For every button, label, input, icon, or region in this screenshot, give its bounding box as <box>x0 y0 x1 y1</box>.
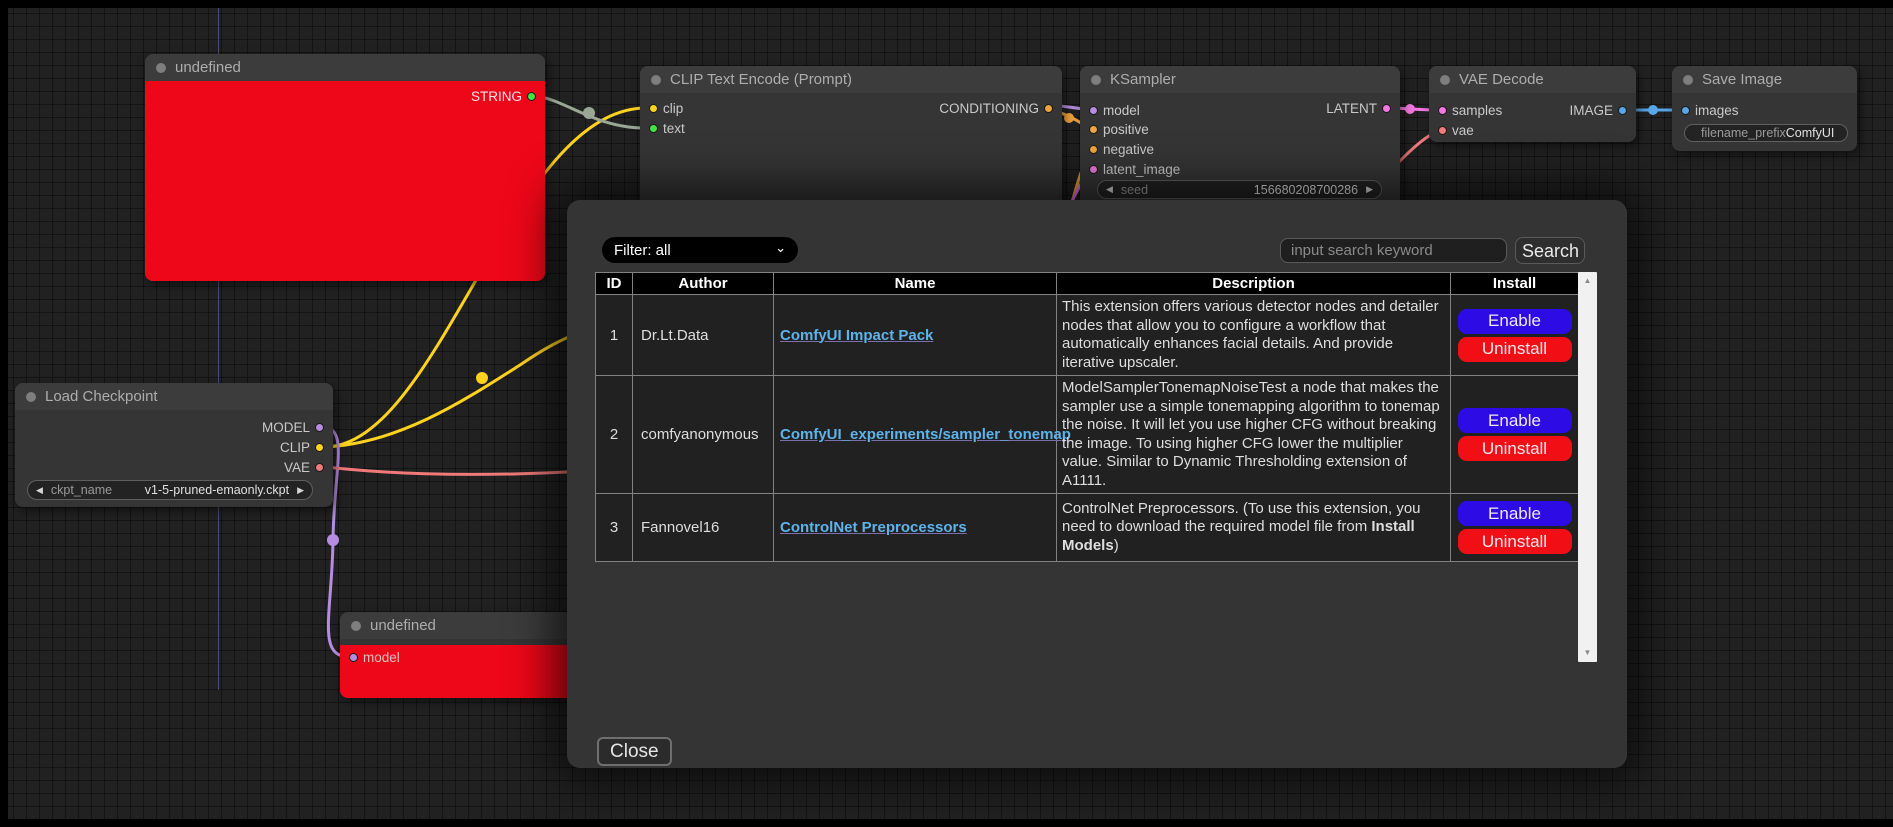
graph-canvas[interactable]: undefined STRING CLIP Text Encode (Promp… <box>0 0 1893 827</box>
decrement-arrow-icon: ◀ <box>28 485 51 496</box>
slot-dot <box>649 124 658 133</box>
slot-dot <box>315 443 324 452</box>
output-slot-latent[interactable]: LATENT <box>1326 100 1396 116</box>
node-title: undefined <box>370 617 436 634</box>
ckpt-name-widget[interactable]: ◀ ckpt_name v1-5-pruned-emaonly.ckpt ▶ <box>27 480 313 500</box>
output-slot-vae[interactable]: VAE <box>284 459 329 475</box>
slot-dot <box>1089 125 1098 134</box>
table-row: 1 Dr.Lt.Data ComfyUI Impact Pack This ex… <box>596 295 1579 376</box>
bottom-letterbox <box>0 819 1893 827</box>
header-description: Description <box>1057 273 1451 295</box>
slot-dot <box>349 653 358 662</box>
table-row: 2 comfyanonymous ComfyUI_experiments/sam… <box>596 376 1579 494</box>
slot-dot <box>1681 106 1690 115</box>
output-slot-conditioning[interactable]: CONDITIONING <box>939 100 1058 116</box>
slot-dot <box>1438 126 1447 135</box>
node-title: undefined <box>175 59 241 76</box>
node-title: KSampler <box>1110 71 1176 88</box>
scroll-up-icon[interactable]: ▲ <box>1578 274 1597 288</box>
decrement-arrow-icon: ◀ <box>1098 184 1121 195</box>
enable-button[interactable]: Enable <box>1458 309 1572 334</box>
node-title: VAE Decode <box>1459 71 1544 88</box>
input-slot-vae[interactable]: vae <box>1433 122 1474 138</box>
node-status-dot <box>26 392 36 402</box>
output-slot-image[interactable]: IMAGE <box>1569 102 1632 118</box>
node-status-dot <box>1091 75 1101 85</box>
increment-arrow-icon: ▶ <box>289 485 312 496</box>
error-node-body <box>145 81 545 281</box>
uninstall-button[interactable]: Uninstall <box>1458 436 1572 461</box>
input-slot-text[interactable]: text <box>644 120 685 136</box>
extension-link[interactable]: ControlNet Preprocessors <box>780 519 967 536</box>
input-slot-positive[interactable]: positive <box>1084 121 1149 137</box>
header-name: Name <box>774 273 1057 295</box>
slot-dot <box>649 104 658 113</box>
wire-clip-to-hidden <box>326 330 585 447</box>
slot-dot <box>315 423 324 432</box>
node-clip-text-encode[interactable]: CLIP Text Encode (Prompt) clip text COND… <box>640 66 1062 216</box>
input-slot-model[interactable]: model <box>1084 102 1140 118</box>
extension-manager-dialog: Filter: all ⌄ Search ID Author Name Desc… <box>567 200 1627 768</box>
output-slot-model[interactable]: MODEL <box>262 419 329 435</box>
node-undefined-top[interactable]: undefined STRING <box>145 54 545 281</box>
search-button[interactable]: Search <box>1515 237 1585 264</box>
input-slot-latent-image[interactable]: latent_image <box>1084 161 1180 177</box>
top-letterbox <box>0 0 1893 8</box>
node-status-dot <box>1440 75 1450 85</box>
filter-select[interactable]: Filter: all ⌄ <box>602 237 798 263</box>
chevron-down-icon: ⌄ <box>775 240 786 256</box>
extension-grid: ID Author Name Description Install 1 Dr.… <box>595 272 1597 662</box>
node-vae-decode[interactable]: VAE Decode samples vae IMAGE <box>1429 66 1636 142</box>
output-slot-clip[interactable]: CLIP <box>280 439 329 455</box>
uninstall-button[interactable]: Uninstall <box>1458 337 1572 362</box>
output-slot-string[interactable]: STRING <box>471 88 541 104</box>
node-title: Save Image <box>1702 71 1782 88</box>
node-load-checkpoint[interactable]: Load Checkpoint MODEL CLIP VAE ◀ ckpt_na… <box>15 383 333 507</box>
enable-button[interactable]: Enable <box>1458 501 1572 526</box>
scroll-down-icon[interactable]: ▼ <box>1578 646 1597 660</box>
node-status-dot <box>1683 75 1693 85</box>
slot-dot <box>1089 145 1098 154</box>
slot-dot <box>1438 106 1447 115</box>
increment-arrow-icon: ▶ <box>1358 184 1381 195</box>
node-status-dot <box>156 63 166 73</box>
search-input[interactable] <box>1280 238 1507 263</box>
node-save-image[interactable]: Save Image images filename_prefix ComfyU… <box>1672 66 1857 151</box>
input-slot-clip[interactable]: clip <box>644 100 683 116</box>
slot-dot <box>1382 104 1391 113</box>
input-slot-images[interactable]: images <box>1676 102 1739 118</box>
enable-button[interactable]: Enable <box>1458 408 1572 433</box>
input-slot-samples[interactable]: samples <box>1433 102 1502 118</box>
uninstall-button[interactable]: Uninstall <box>1458 529 1572 554</box>
node-status-dot <box>351 621 361 631</box>
scrollbar[interactable]: ▲ ▼ <box>1578 272 1597 662</box>
extension-table: ID Author Name Description Install 1 Dr.… <box>595 272 1579 562</box>
input-slot-negative[interactable]: negative <box>1084 141 1154 157</box>
extension-link[interactable]: ComfyUI Impact Pack <box>780 327 933 344</box>
slot-dot <box>1618 106 1627 115</box>
seed-widget[interactable]: ◀ seed 156680208700286 ▶ <box>1097 180 1382 199</box>
table-row: 3 Fannovel16 ControlNet Preprocessors Co… <box>596 494 1579 562</box>
header-install: Install <box>1451 273 1579 295</box>
close-button[interactable]: Close <box>597 737 672 766</box>
input-slot-model[interactable]: model <box>344 649 400 665</box>
node-status-dot <box>651 75 661 85</box>
extension-link[interactable]: ComfyUI_experiments/sampler_tonemap <box>780 426 1071 443</box>
slot-dot <box>1089 165 1098 174</box>
header-author: Author <box>633 273 774 295</box>
slot-dot <box>1044 104 1053 113</box>
slot-dot <box>1089 106 1098 115</box>
node-title: CLIP Text Encode (Prompt) <box>670 71 852 88</box>
node-title: Load Checkpoint <box>45 388 158 405</box>
table-header-row: ID Author Name Description Install <box>596 273 1579 295</box>
header-id: ID <box>596 273 633 295</box>
left-letterbox <box>0 0 8 827</box>
slot-dot <box>315 463 324 472</box>
filename-prefix-widget[interactable]: filename_prefix ComfyUI <box>1684 124 1848 142</box>
slot-dot <box>527 92 536 101</box>
node-ksampler[interactable]: KSampler model positive negative latent_… <box>1080 66 1400 211</box>
